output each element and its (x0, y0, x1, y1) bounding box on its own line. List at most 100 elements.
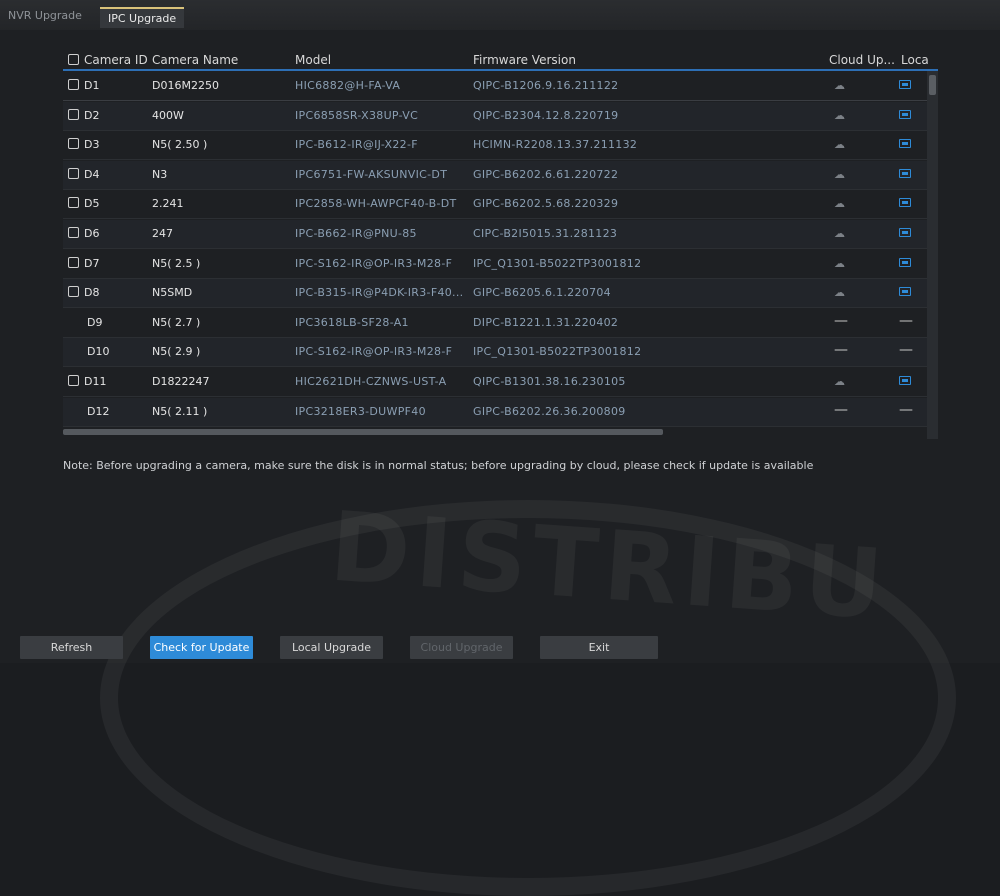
horizontal-scrollbar[interactable] (63, 429, 663, 435)
cell-firmware: QIPC-B2304.12.8.220719 (473, 108, 619, 122)
cloud-upgrade-icon[interactable]: ☁ (834, 197, 845, 210)
cell-camera-id: D4 (84, 167, 100, 181)
cell-model: IPC-B315-IR@P4DK-IR3-F40... (295, 286, 464, 300)
cell-firmware: HCIMN-R2208.13.37.211132 (473, 138, 638, 152)
cell-firmware: DIPC-B1221.1.31.220402 (473, 315, 619, 329)
cell-firmware: IPC_Q1301-B5022TP3001812 (473, 256, 642, 270)
cell-camera-name: N5( 2.5 ) (152, 256, 201, 270)
cell-camera-name: 247 (152, 227, 173, 240)
cloud-upgrade-icon[interactable]: ☁ (834, 375, 845, 388)
cloud-upgrade-icon[interactable]: ☁ (834, 227, 845, 240)
select-all-checkbox[interactable] (68, 54, 79, 65)
cell-firmware: GIPC-B6202.26.36.200809 (473, 404, 626, 418)
cell-camera-name: N5( 2.7 ) (152, 315, 201, 329)
cloud-upgrade-button[interactable]: Cloud Upgrade (410, 636, 513, 659)
table-header: Camera ID Camera Name Model Firmware Ver… (63, 53, 938, 71)
local-unavailable-dash: — (899, 342, 913, 359)
table-row[interactable]: D3 N5( 2.50 ) IPC-B612-IR@IJ-X22-F HCIMN-R2… (63, 131, 927, 161)
header-camera-name[interactable]: Camera Name (152, 53, 238, 67)
table-row[interactable]: D11 D1822247 HIC2621DH-CZNWS-UST-A QIPC-B13… (63, 368, 927, 397)
cell-firmware: GIPC-B6205.6.1.220704 (473, 286, 611, 300)
row-checkbox[interactable] (68, 138, 79, 150)
exit-button[interactable]: Exit (540, 636, 658, 659)
local-upgrade-icon[interactable] (899, 80, 911, 89)
vertical-scrollbar[interactable] (927, 71, 938, 439)
cell-camera-id: D2 (84, 108, 100, 122)
tab-ipc-upgrade[interactable]: IPC Upgrade (100, 7, 185, 28)
header-firmware-version[interactable]: Firmware Version (473, 53, 576, 67)
table-row[interactable]: D8 N5SMD IPC-B315-IR@P4DK-IR3-F40... GIPC-B… (63, 279, 927, 309)
tab-nvr-upgrade[interactable]: NVR Upgrade (8, 9, 82, 22)
cell-model: IPC3618LB-SF28-A1 (295, 315, 409, 329)
local-upgrade-icon[interactable] (899, 139, 911, 149)
cloud-unavailable-dash: — (834, 312, 848, 329)
cell-camera-name: N5SMD (152, 286, 193, 300)
cloud-upgrade-icon[interactable]: ☁ (834, 79, 845, 92)
local-upgrade-icon[interactable] (899, 109, 911, 119)
local-upgrade-icon[interactable] (899, 228, 911, 237)
table-row[interactable]: D1 D016M2250 HIC6882@H-FA-VA QIPC-B1206.9.1… (63, 72, 927, 101)
table-row[interactable]: D12 N5( 2.11 ) IPC3218ER3-DUWPF40 GIPC-B620… (63, 397, 927, 427)
cell-camera-id: D5 (84, 197, 100, 211)
row-checkbox[interactable] (68, 256, 79, 268)
cell-camera-name: 2.241 (152, 197, 184, 211)
camera-table: Camera ID Camera Name Model Firmware Ver… (63, 53, 938, 441)
cell-camera-id: D12 (87, 404, 110, 418)
cell-firmware: QIPC-B1301.38.16.230105 (473, 375, 626, 388)
row-checkbox[interactable] (68, 197, 79, 209)
cloud-upgrade-icon[interactable]: ☁ (834, 168, 845, 181)
upgrade-note: Note: Before upgrading a camera, make su… (63, 459, 814, 472)
cell-camera-name: N3 (152, 167, 168, 181)
local-upgrade-icon[interactable] (899, 257, 911, 267)
cloud-upgrade-icon[interactable]: ☁ (834, 286, 845, 299)
tab-bar: NVR Upgrade IPC Upgrade (0, 0, 1000, 31)
local-upgrade-icon[interactable] (899, 198, 911, 208)
cloud-upgrade-icon[interactable]: ☁ (834, 138, 845, 151)
cloud-upgrade-icon[interactable]: ☁ (834, 109, 845, 122)
check-for-update-button[interactable]: Check for Update (150, 636, 253, 659)
local-unavailable-dash: — (899, 401, 913, 418)
table-row[interactable]: D2 400W IPC6858SR-X38UP-VC QIPC-B2304.12.8.… (63, 101, 927, 131)
local-upgrade-button[interactable]: Local Upgrade (280, 636, 383, 659)
cell-camera-id: D9 (87, 315, 103, 329)
cell-firmware: GIPC-B6202.5.68.220329 (473, 197, 619, 211)
cell-camera-name: D016M2250 (152, 79, 219, 92)
table-row[interactable]: D4 N3 IPC6751-FW-AKSUNVIC-DT GIPC-B6202.6.6… (63, 160, 927, 190)
table-row[interactable]: D9 N5( 2.7 ) IPC3618LB-SF28-A1 DIPC-B1221.1… (63, 309, 927, 338)
table-row[interactable]: D6 247 IPC-B662-IR@PNU-85 CIPC-B2I5015.31.2… (63, 220, 927, 249)
local-upgrade-icon[interactable] (899, 287, 911, 297)
cell-camera-name: D1822247 (152, 375, 210, 388)
cell-camera-name: N5( 2.50 ) (152, 138, 208, 152)
cell-camera-id: D11 (84, 375, 107, 388)
cell-camera-id: D8 (84, 286, 100, 300)
cell-model: IPC6858SR-X38UP-VC (295, 108, 419, 122)
local-unavailable-dash: — (899, 312, 913, 329)
cloud-unavailable-dash: — (834, 401, 848, 418)
cell-camera-id: D6 (84, 227, 100, 240)
cell-model: IPC-B612-IR@IJ-X22-F (295, 138, 418, 152)
table-row[interactable]: D10 N5( 2.9 ) IPC-S162-IR@OP-IR3-M28-F IPC_… (63, 338, 927, 368)
row-checkbox[interactable] (68, 79, 79, 90)
header-camera-id[interactable]: Camera ID (84, 53, 148, 67)
row-checkbox[interactable] (68, 375, 79, 386)
cell-camera-id: D1 (84, 79, 100, 92)
local-upgrade-icon[interactable] (899, 376, 911, 385)
header-local-upgrade[interactable]: Loca (901, 53, 929, 67)
table-row[interactable]: D7 N5( 2.5 ) IPC-S162-IR@OP-IR3-M28-F IPC_Q… (63, 250, 927, 279)
cell-model: IPC3218ER3-DUWPF40 (295, 404, 426, 418)
row-checkbox[interactable] (68, 286, 79, 298)
row-checkbox[interactable] (68, 167, 79, 179)
cell-camera-name: N5( 2.11 ) (152, 404, 208, 418)
vertical-scroll-thumb[interactable] (929, 75, 936, 95)
cell-model: IPC2858-WH-AWPCF40-B-DT (295, 197, 457, 211)
row-checkbox[interactable] (68, 108, 79, 120)
cell-camera-id: D7 (84, 256, 100, 270)
row-checkbox[interactable] (68, 227, 79, 238)
local-upgrade-icon[interactable] (899, 168, 911, 178)
refresh-button[interactable]: Refresh (20, 636, 123, 659)
header-cloud-upgrade[interactable]: Cloud Up... (829, 53, 895, 67)
cell-model: IPC-S162-IR@OP-IR3-M28-F (295, 345, 453, 359)
header-model[interactable]: Model (295, 53, 331, 67)
table-row[interactable]: D5 2.241 IPC2858-WH-AWPCF40-B-DT GIPC-B6202… (63, 190, 927, 220)
cloud-upgrade-icon[interactable]: ☁ (834, 257, 845, 270)
